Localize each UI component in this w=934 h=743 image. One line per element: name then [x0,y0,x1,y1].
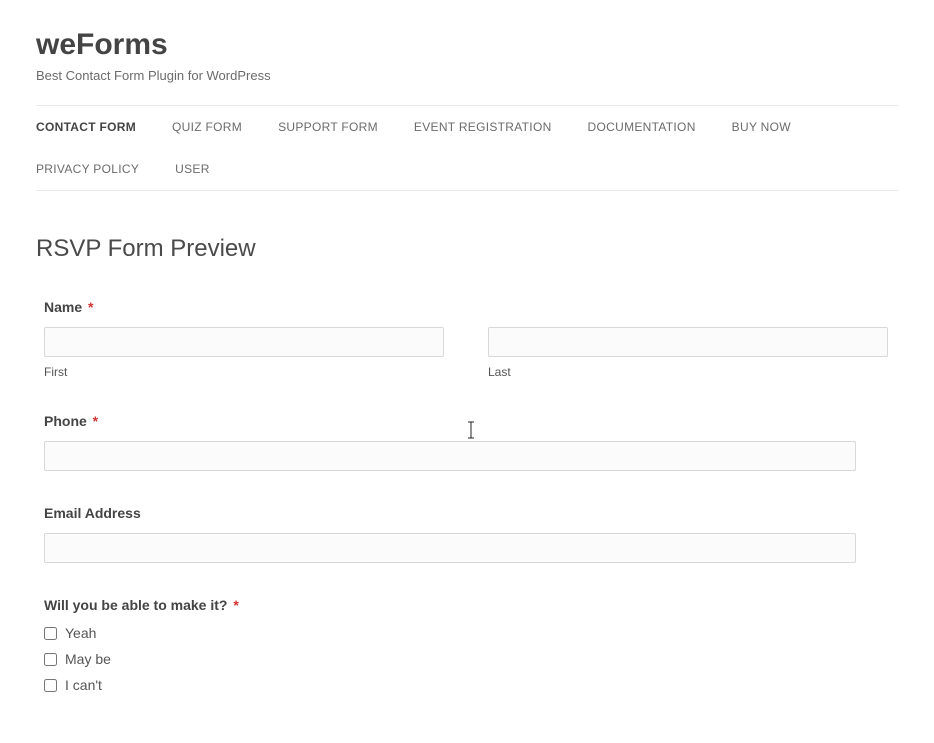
required-marker: * [93,413,98,429]
attend-checkbox-icant[interactable] [44,679,57,692]
first-name-input[interactable] [44,327,444,357]
attend-option-label: Yeah [65,625,96,641]
attend-option-label: May be [65,651,111,667]
attend-label: Will you be able to make it? * [44,597,888,613]
field-attend: Will you be able to make it? * Yeah May … [44,597,888,693]
email-label-text: Email Address [44,505,141,521]
attend-label-text: Will you be able to make it? [44,597,227,613]
email-label: Email Address [44,505,888,521]
field-phone: Phone * [44,413,888,471]
attend-checkbox-maybe[interactable] [44,653,57,666]
phone-label-text: Phone [44,413,87,429]
main-nav: CONTACT FORM QUIZ FORM SUPPORT FORM EVEN… [36,105,898,191]
attend-option-yeah[interactable]: Yeah [44,625,888,641]
last-name-sublabel: Last [488,365,888,379]
name-label-text: Name [44,299,82,315]
last-name-input[interactable] [488,327,888,357]
nav-privacy-policy[interactable]: PRIVACY POLICY [36,148,139,190]
page-title: RSVP Form Preview [36,235,898,263]
rsvp-form: Name * First Last Phone * Email Address [36,299,898,693]
attend-option-icant[interactable]: I can't [44,677,888,693]
nav-user[interactable]: USER [175,148,210,190]
phone-input[interactable] [44,441,856,471]
field-email: Email Address [44,505,888,563]
email-input[interactable] [44,533,856,563]
nav-quiz-form[interactable]: QUIZ FORM [172,106,242,148]
site-tagline: Best Contact Form Plugin for WordPress [36,68,898,83]
nav-contact-form[interactable]: CONTACT FORM [36,106,136,148]
nav-documentation[interactable]: DOCUMENTATION [588,106,696,148]
phone-label: Phone * [44,413,888,429]
attend-checkbox-yeah[interactable] [44,627,57,640]
required-marker: * [233,597,238,613]
field-name: Name * First Last [44,299,888,379]
name-label: Name * [44,299,888,315]
nav-buy-now[interactable]: BUY NOW [732,106,791,148]
site-title: weForms [36,28,898,62]
first-name-sublabel: First [44,365,444,379]
required-marker: * [88,299,93,315]
nav-event-registration[interactable]: EVENT REGISTRATION [414,106,552,148]
attend-option-maybe[interactable]: May be [44,651,888,667]
attend-option-label: I can't [65,677,102,693]
nav-support-form[interactable]: SUPPORT FORM [278,106,378,148]
